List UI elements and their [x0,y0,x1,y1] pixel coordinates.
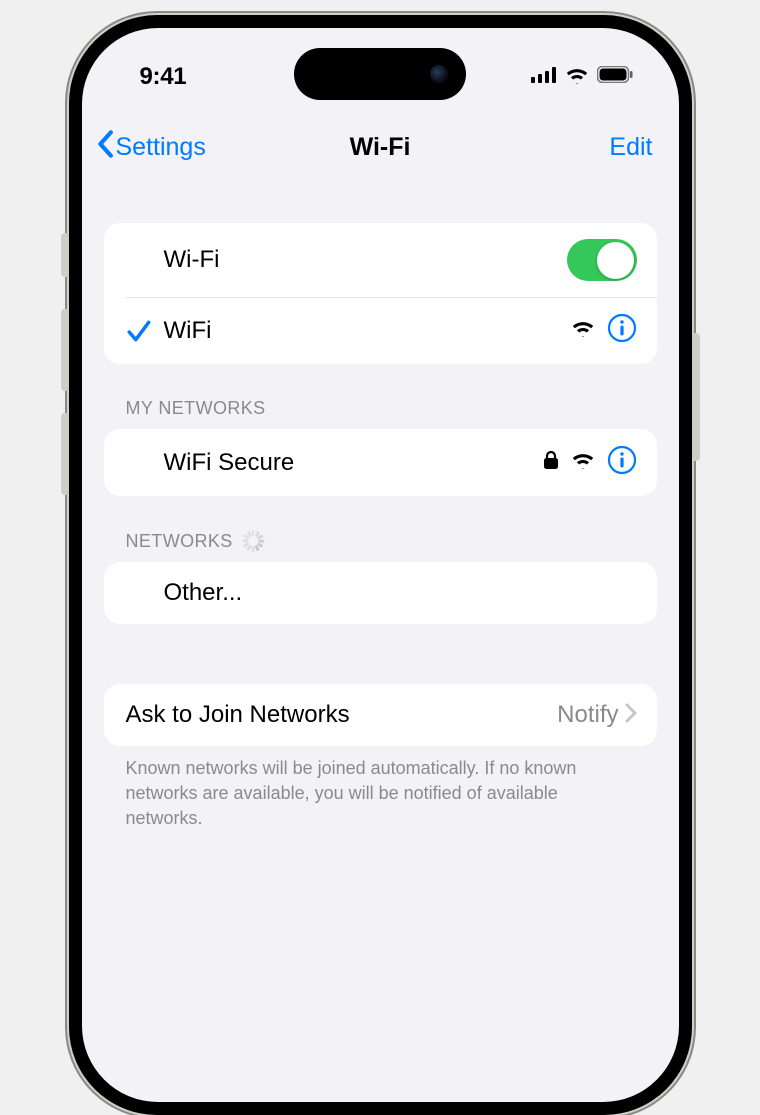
my-networks-group: WiFi Secure [104,429,657,496]
ask-to-join-row[interactable]: Ask to Join Networks Notify [104,684,657,746]
cellular-icon [531,67,557,88]
connected-network-name: WiFi [164,317,571,345]
checkmark-icon [126,319,164,343]
networks-header-label: Networks [126,531,233,552]
wifi-master-label: Wi-Fi [164,246,567,274]
info-button[interactable] [607,313,637,348]
networks-header: Networks [104,496,657,562]
status-right [531,66,633,89]
content: Wi-Fi WiFi [82,223,679,842]
wifi-toggle-row: Wi-Fi [104,223,657,297]
screen: 9:41 [82,28,679,1102]
row-trailing [543,445,637,480]
page-title: Wi-Fi [350,133,411,162]
chevron-left-icon [96,130,114,165]
spinner-icon [241,530,263,552]
dynamic-island [294,48,466,100]
wifi-status-icon [565,66,589,89]
wifi-toggle[interactable] [567,239,637,281]
network-name: WiFi Secure [164,449,543,477]
battery-icon [597,66,633,88]
row-trailing [571,313,637,348]
other-network-row[interactable]: Other... [104,562,657,624]
wifi-signal-icon [571,319,595,342]
lock-icon [543,450,559,475]
back-button[interactable]: Settings [96,130,206,165]
chevron-right-icon [625,703,637,728]
mute-switch [61,233,69,277]
phone-frame: 9:41 [69,15,692,1115]
ask-to-join-value: Notify [557,701,618,729]
volume-down-button [61,413,69,495]
status-time: 9:41 [140,63,187,91]
ask-to-join-footer: Known networks will be joined automatica… [104,746,657,842]
wifi-signal-icon [571,451,595,474]
toggle-knob [597,242,634,279]
back-label: Settings [116,133,206,162]
connected-network-row[interactable]: WiFi [104,297,657,364]
info-button[interactable] [607,445,637,480]
nav-bar: Settings Wi-Fi Edit [82,106,679,183]
side-button [692,333,700,461]
other-label: Other... [164,579,637,607]
network-row[interactable]: WiFi Secure [104,429,657,496]
volume-up-button [61,309,69,391]
ask-to-join-label: Ask to Join Networks [126,701,558,729]
edit-button[interactable]: Edit [609,133,652,162]
my-networks-header: My Networks [104,364,657,429]
wifi-master-group: Wi-Fi WiFi [104,223,657,364]
ask-to-join-group: Ask to Join Networks Notify [104,684,657,746]
networks-group: Other... [104,562,657,624]
